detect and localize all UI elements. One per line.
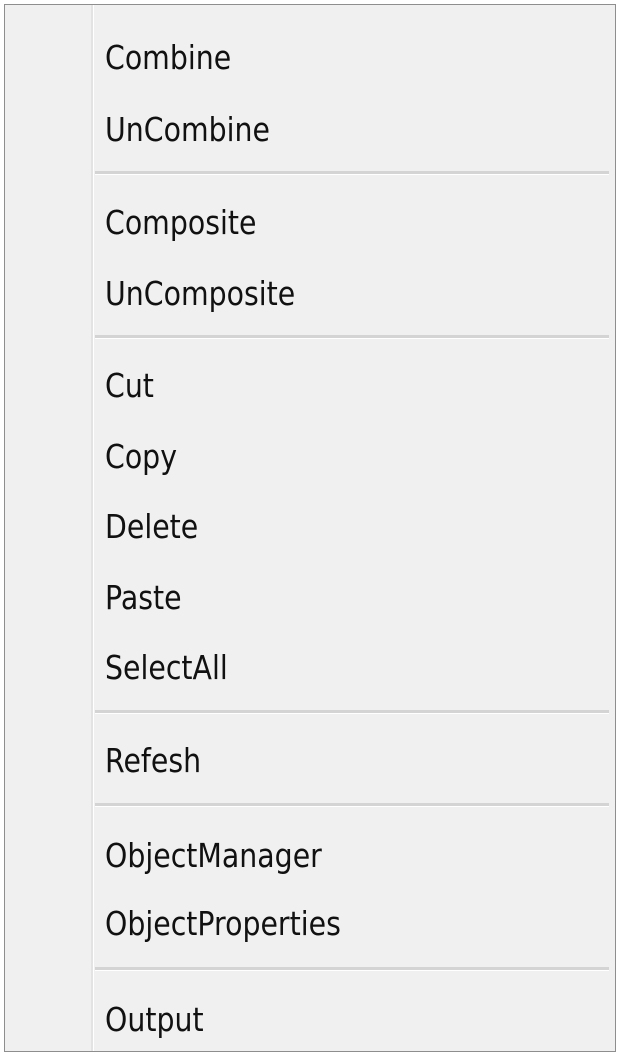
menu-item-copy[interactable]: Copy	[105, 426, 535, 486]
menu-item-cut[interactable]: Cut	[105, 355, 535, 415]
menu-separator	[95, 803, 609, 807]
menu-item-combine[interactable]: Combine	[105, 27, 535, 87]
menu-separator	[95, 171, 609, 175]
menu-item-refresh[interactable]: Refesh	[105, 730, 535, 790]
menu-separator	[95, 710, 609, 714]
menu-item-object-manager[interactable]: ObjectManager	[105, 825, 535, 885]
icon-gutter-divider	[91, 5, 94, 1051]
menu-item-select-all[interactable]: SelectAll	[105, 637, 535, 697]
context-menu: Combine UnCombine Composite UnComposite …	[4, 4, 616, 1052]
menu-separator	[95, 335, 609, 339]
menu-separator	[95, 967, 609, 971]
menu-item-uncomposite[interactable]: UnComposite	[105, 263, 535, 323]
menu-item-paste[interactable]: Paste	[105, 567, 535, 627]
menu-item-output[interactable]: Output	[105, 989, 535, 1049]
menu-item-delete[interactable]: Delete	[105, 496, 535, 556]
menu-item-uncombine[interactable]: UnCombine	[105, 99, 535, 159]
menu-item-composite[interactable]: Composite	[105, 192, 535, 252]
menu-item-object-properties[interactable]: ObjectProperties	[105, 893, 535, 953]
